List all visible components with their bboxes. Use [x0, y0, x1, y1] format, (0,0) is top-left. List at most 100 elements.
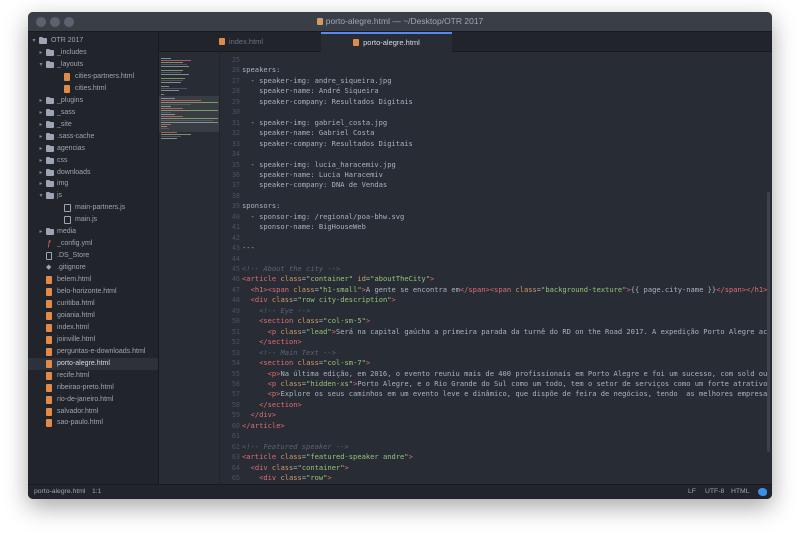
tree-item[interactable]: recife.html [28, 370, 158, 382]
code-area[interactable]: speakers: - speaker-img: andre_siqueira.… [242, 52, 772, 484]
code-line[interactable]: <article class="container" id="aboutTheC… [242, 274, 434, 284]
tree-item[interactable]: cities.html [28, 83, 158, 95]
code-line[interactable]: <div class="container"> [242, 463, 349, 473]
vertical-scrollbar[interactable] [767, 192, 770, 452]
tree-item[interactable]: main.js [28, 214, 158, 226]
code-line[interactable]: speaker-name: André Siqueira [242, 86, 379, 96]
tree-item-label: _config.yml [57, 240, 93, 248]
tree-item[interactable]: sao-paulo.html [28, 417, 158, 429]
code-line[interactable]: speaker-company: Resultados Digitais [242, 97, 413, 107]
code-line[interactable]: sponsors: [242, 201, 280, 211]
tree-item[interactable]: belo-horizonte.html [28, 286, 158, 298]
code-line[interactable]: <p>Na última edição, em 2016, o evento r… [242, 369, 768, 379]
tree-item-label: goiania.html [57, 311, 95, 319]
code-line[interactable]: </section> [242, 400, 302, 410]
code-line[interactable]: </article> [242, 421, 285, 431]
code-line[interactable]: speaker-company: DNA de Vendas [242, 180, 387, 190]
tree-item[interactable]: cities-partners.html [28, 71, 158, 83]
code-line[interactable]: - sponsor-img: /regional/poa-bhw.svg [242, 211, 405, 222]
code-line[interactable]: <section class="col-sm-7"> [242, 358, 370, 368]
tree-item[interactable]: .DS_Store [28, 250, 158, 262]
tree-item[interactable]: ▸ media [28, 226, 158, 238]
tree-item[interactable]: salvador.html [28, 406, 158, 418]
code-line[interactable]: - speaker-img: gabriel_costa.jpg [242, 118, 388, 128]
tree-item-label: cities-partners.html [75, 72, 135, 80]
tab-porto-alegre-html[interactable]: porto-alegre.html [321, 32, 452, 52]
status-file-path[interactable]: porto-alegre.html [34, 485, 85, 499]
tree-item-label: js [57, 192, 63, 200]
code-line[interactable]: <p>Explore os seus caminhos em um evento… [242, 389, 768, 399]
tree-item[interactable]: ▸ _plugins [28, 95, 158, 107]
code-token: "container" [306, 274, 354, 284]
code-line[interactable]: <p class="lead">Será na capital gaúcha a… [242, 327, 768, 337]
line-number: 55 [231, 369, 240, 378]
tree-item[interactable]: ▸ .sass-cache [28, 131, 158, 143]
code-editor[interactable]: 25 26 27 28 29 30 31 32 33 34 35 36 37 38 39 40 41 42 43 44… [220, 52, 772, 484]
code-line[interactable]: <!-- About the city --> [242, 264, 340, 274]
code-line[interactable]: sponsor-name: BigHouseWeb [242, 222, 366, 232]
code-token: <div [250, 462, 272, 472]
folder-icon [46, 168, 54, 176]
code-line[interactable]: speaker-company: Resultados Digitais [242, 139, 413, 149]
tree-item[interactable]: main-partners.js [28, 202, 158, 214]
tree-item[interactable]: ▾ _layouts [28, 59, 158, 71]
code-line[interactable]: <p class="hidden-xs">Porto Alegre, e o R… [242, 379, 768, 389]
html-file-icon [46, 371, 52, 380]
tree-item[interactable]: curitiba.html [28, 298, 158, 310]
tree-item[interactable]: ◆ .gitignore [28, 262, 158, 274]
status-encoding[interactable]: UTF-8 [705, 485, 724, 499]
code-line[interactable]: <section class="col-sm-5"> [242, 316, 370, 326]
tree-item[interactable]: rio-de-janeiro.html [28, 394, 158, 406]
code-token: - sponsor-img: /regional/poa-bhw.svg [242, 211, 405, 221]
twitter-icon[interactable] [758, 488, 767, 496]
tree-item[interactable]: ▸ _sass [28, 107, 158, 119]
tree-item[interactable]: ▸ css [28, 155, 158, 167]
tree-item[interactable]: porto-alegre.html [28, 357, 158, 370]
tree-item[interactable]: ▸ img [28, 178, 158, 190]
code-line[interactable]: speakers: [242, 65, 280, 75]
code-line[interactable]: --- [242, 243, 255, 253]
tree-item[interactable]: index.html [28, 322, 158, 334]
code-line[interactable]: <h1><span class="h1-small">A gente se en… [242, 285, 768, 295]
minimap[interactable] [159, 52, 220, 484]
code-line[interactable]: - speaker-img: andre_siqueira.jpg [242, 76, 392, 86]
chevron-right-icon: ▸ [39, 133, 43, 140]
code-token: - speaker-img: lucia_haracemiv.jpg [242, 159, 396, 169]
html-file-icon [46, 288, 52, 296]
tree-item[interactable]: perguntas-e-downloads.html [28, 346, 158, 358]
status-grammar[interactable]: HTML [731, 485, 750, 499]
code-line[interactable]: </div> [242, 410, 277, 420]
code-line[interactable]: <!-- Eye --> [242, 306, 310, 316]
tree-item-label: main-partners.js [75, 204, 126, 212]
tree-item[interactable]: ▸ agencias [28, 143, 158, 155]
status-line-ending[interactable]: LF [688, 485, 696, 499]
tree-item[interactable]: ribeirao-preto.html [28, 382, 158, 394]
line-number: 42 [231, 233, 240, 242]
tab-index-html[interactable]: index.html [161, 32, 321, 52]
code-line[interactable]: <!-- Main Text --> [242, 348, 336, 358]
code-line[interactable]: speaker-name: Lucia Haracemiv [242, 170, 383, 180]
code-token: <section [259, 316, 298, 326]
tree-item[interactable]: ƒ _config.yml [28, 238, 158, 250]
code-line[interactable]: </section> [242, 337, 302, 347]
code-line[interactable]: - speaker-img: lucia_haracemiv.jpg [242, 160, 396, 170]
yaml-file-icon: ƒ [46, 239, 52, 249]
minimap-line [161, 114, 175, 115]
status-cursor-position[interactable]: 1:1 [92, 485, 101, 499]
code-line[interactable]: <div class="row"> [242, 473, 332, 483]
tree-root[interactable]: ▾ OTR 2017 [28, 35, 158, 47]
tree-item[interactable]: belem.html [28, 274, 158, 286]
tree-item[interactable]: ▸ _includes [28, 47, 158, 59]
tree-item[interactable]: ▸ downloads [28, 167, 158, 179]
tree-item-label: index.html [57, 323, 89, 331]
tree-item[interactable]: goiania.html [28, 310, 158, 322]
code-line[interactable]: <article class="featured-speaker andre"> [242, 452, 413, 462]
code-line[interactable]: speaker-name: Gabriel Costa [242, 128, 374, 138]
code-line[interactable]: <!-- Featured speaker --> [242, 442, 349, 452]
tree-item[interactable]: ▾ js [28, 190, 158, 202]
code-line[interactable]: <div class="row city-description"> [242, 295, 396, 305]
tree-item[interactable]: joinville.html [28, 334, 158, 346]
tree-item[interactable]: ▸ _site [28, 119, 158, 131]
